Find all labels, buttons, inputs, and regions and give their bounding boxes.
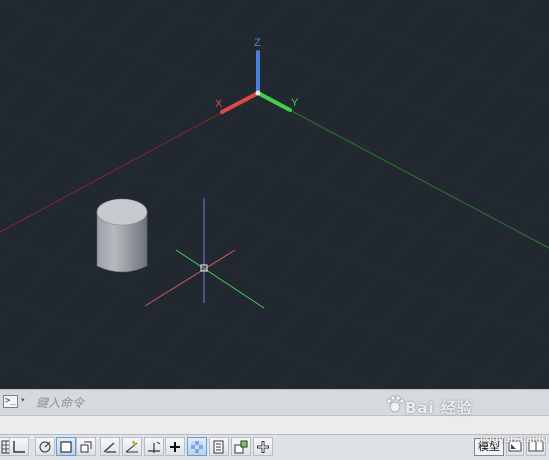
ucs-x-label: X — [215, 98, 223, 110]
dyn-icon[interactable] — [144, 437, 164, 456]
grid-plane — [0, 0, 549, 389]
watermark-url: jingyan.baidu.com — [480, 434, 549, 445]
ucs-z-label: Z — [254, 37, 261, 49]
status-bar: 模型 — [0, 434, 549, 460]
otrack-icon[interactable] — [100, 437, 120, 456]
ortho-icon[interactable] — [9, 437, 29, 456]
polar-icon[interactable] — [35, 437, 55, 456]
ucs-origin — [255, 90, 261, 96]
annotation-monitor-icon[interactable] — [231, 437, 251, 456]
ducs-icon[interactable] — [122, 437, 142, 456]
3d-osnap-icon[interactable] — [76, 437, 96, 456]
osnap-icon[interactable] — [56, 437, 76, 456]
selection-cycling-icon[interactable] — [209, 437, 229, 456]
baidu-paw-icon — [386, 395, 405, 413]
command-prompt-icon[interactable]: >_ — [3, 395, 18, 408]
command-history-arrow[interactable]: ▾ — [21, 396, 25, 404]
lineweight-icon[interactable] — [165, 437, 185, 456]
watermark-logo: Bai 经验 — [405, 399, 473, 417]
drawing-viewport[interactable]: X Y Z — [0, 0, 549, 389]
quick-properties-icon[interactable] — [253, 437, 273, 456]
cylinder-top — [96, 198, 148, 226]
viewport-canvas[interactable]: X Y Z — [0, 0, 549, 389]
cylinder-solid[interactable] — [96, 198, 148, 273]
ucs-y-label: Y — [291, 97, 299, 109]
transparency-icon[interactable] — [187, 437, 207, 456]
